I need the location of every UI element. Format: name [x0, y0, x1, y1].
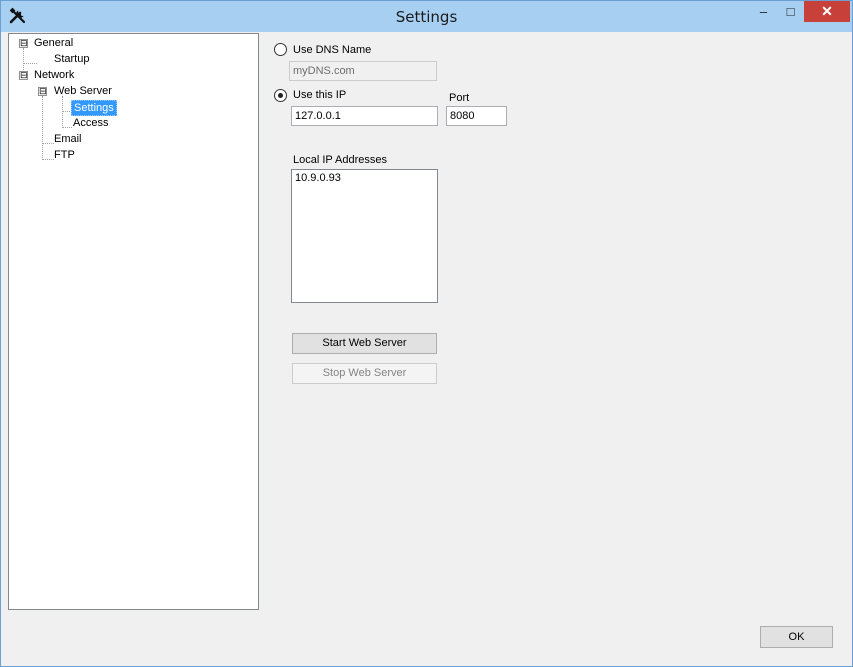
port-label: Port	[449, 92, 470, 104]
list-item[interactable]: 10.9.0.93	[295, 172, 434, 184]
use-this-ip-label: Use this IP	[293, 89, 347, 101]
collapse-network-icon[interactable]: ⊟	[19, 71, 28, 80]
collapse-general-icon[interactable]: ⊟	[19, 39, 28, 48]
client-area: ⊟ ⊟ ⊟ General Startup Network Web Server…	[8, 32, 847, 661]
tree-connector	[42, 96, 43, 160]
stop-web-server-button: Stop Web Server	[292, 363, 437, 384]
settings-window: Settings – □ ✕ ⊟ ⊟ ⊟ General Startup Net…	[0, 0, 853, 667]
tree-connector	[62, 96, 63, 128]
start-web-server-button[interactable]: Start Web Server	[292, 333, 437, 354]
ip-address-field[interactable]: 127.0.0.1	[291, 106, 438, 126]
local-ip-addresses-label: Local IP Addresses	[293, 154, 387, 166]
settings-tree[interactable]: ⊟ ⊟ ⊟ General Startup Network Web Server…	[8, 33, 259, 610]
port-field[interactable]: 8080	[446, 106, 507, 126]
use-this-ip-radio[interactable]	[274, 89, 287, 102]
tree-node-general[interactable]: General	[32, 35, 75, 51]
tree-node-email[interactable]: Email	[52, 131, 84, 147]
minimize-button[interactable]: –	[750, 1, 777, 22]
tree-node-startup[interactable]: Startup	[52, 51, 91, 67]
tree-node-settings[interactable]: Settings	[71, 100, 117, 116]
collapse-web-server-icon[interactable]: ⊟	[38, 87, 47, 96]
tree-node-web-server[interactable]: Web Server	[52, 83, 114, 99]
use-dns-name-radio[interactable]	[274, 43, 287, 56]
tree-node-access[interactable]: Access	[71, 115, 110, 131]
tree-node-ftp[interactable]: FTP	[52, 147, 77, 163]
window-title: Settings	[395, 8, 458, 26]
tree-node-network[interactable]: Network	[32, 67, 76, 83]
maximize-button[interactable]: □	[777, 1, 804, 22]
close-button[interactable]: ✕	[804, 1, 850, 22]
title-bar[interactable]: Settings – □ ✕	[1, 1, 852, 32]
dns-name-field[interactable]: myDNS.com	[289, 61, 437, 81]
tree-connector	[23, 63, 37, 64]
ok-button[interactable]: OK	[760, 626, 833, 648]
use-dns-name-label: Use DNS Name	[293, 44, 372, 56]
local-ip-list[interactable]: 10.9.0.93	[291, 169, 438, 303]
